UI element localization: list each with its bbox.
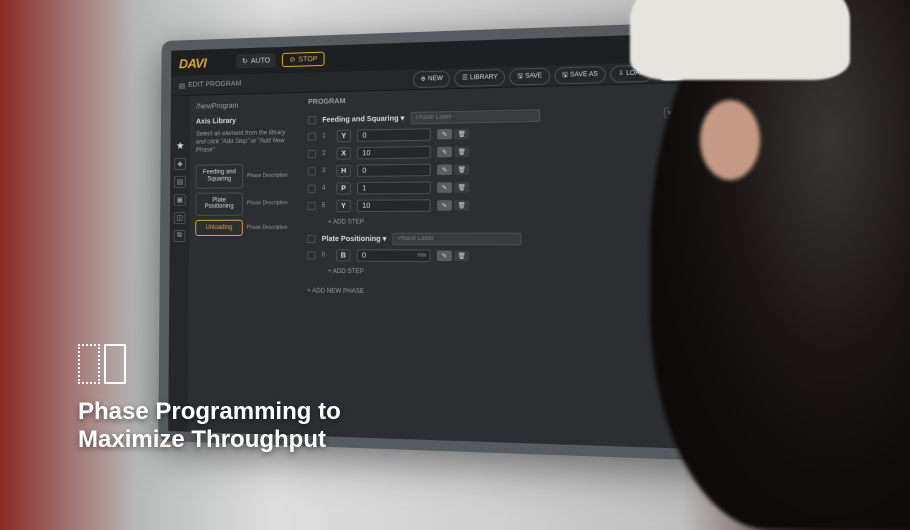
rail-icon-3[interactable]: ▣ [174, 194, 186, 206]
phase-checkbox[interactable] [307, 235, 315, 243]
icon-rail: ★ ◆ ▤ ▣ ◫ ⧉ [168, 96, 190, 432]
step-value-field[interactable]: 10 [357, 199, 431, 212]
phase-block-0: Feeding and Squaring ▾✕1Y0✎🗑2X10✎🗑3H0✎🗑4… [307, 106, 675, 229]
logo: DAVI [179, 55, 207, 71]
step-checkbox[interactable] [308, 202, 316, 210]
step-value-field[interactable]: 0 [357, 164, 431, 177]
step-number: 5 [322, 203, 330, 209]
step-number: 1 [322, 133, 330, 139]
step-axis[interactable]: H [336, 165, 351, 178]
step-axis[interactable]: Y [336, 200, 351, 212]
library-phase-name[interactable]: Unloading [195, 219, 243, 236]
step-row: 2X 10 ✎🗑 [308, 141, 676, 161]
step-edit-icon[interactable]: ✎ [437, 129, 452, 140]
rail-icon-5[interactable]: ⧉ [174, 230, 186, 242]
step-edit-icon[interactable]: ✎ [437, 182, 452, 193]
star-icon[interactable]: ★ [174, 140, 186, 152]
step-row: 1 Y0 ✎🗑 [308, 122, 676, 143]
step-delete-icon[interactable]: 🗑 [454, 146, 469, 157]
phase-label-input[interactable] [393, 233, 522, 246]
step-value-field[interactable]: 10 [357, 146, 431, 160]
save-button[interactable]: 🖫 SAVE [510, 67, 550, 85]
step-delete-icon[interactable]: 🗑 [454, 164, 469, 175]
step-delete-icon[interactable]: 🗑 [454, 251, 469, 262]
library-button[interactable]: ☰ LIBRARY [455, 68, 506, 86]
step-delete-icon[interactable]: 🗑 [454, 200, 469, 211]
step-value-field[interactable]: 0 [357, 128, 431, 142]
add-new-phase[interactable]: + ADD NEW PHASE [307, 282, 676, 304]
library-phase-name[interactable]: Plate Positioning [195, 192, 243, 216]
step-row: 0B 0mm ✎🗑 [307, 248, 676, 264]
phase-name-dropdown[interactable]: Feeding and Squaring ▾ [322, 114, 404, 124]
step-row: 5Y 10 ✎🗑 [308, 196, 676, 213]
library-phase-2[interactable]: UnloadingPhase Description [195, 219, 293, 236]
axis-library-title: Axis Library [196, 117, 294, 126]
library-phase-desc: Phase Description [247, 164, 293, 188]
step-number: 3 [322, 168, 330, 174]
program-panel: PROGRAM Feeding and Squaring ▾✕1Y0✎🗑2X10… [298, 83, 686, 448]
caption-text: Phase Programming to Maximize Throughput [78, 398, 341, 453]
phase-label-input[interactable] [411, 109, 540, 124]
axis-library-panel: /NewProgram Axis Library Select an eleme… [188, 93, 300, 435]
step-value-field[interactable]: 1 [357, 181, 431, 194]
step-checkbox[interactable] [308, 132, 316, 140]
step-row: 3H0 ✎🗑 [308, 159, 676, 178]
phase-name-dropdown[interactable]: Plate Positioning ▾ [322, 235, 387, 243]
step-row: 4P1 ✎🗑 [308, 178, 676, 196]
step-axis[interactable]: P [336, 182, 351, 194]
new-button[interactable]: ⊕ NEW [413, 70, 450, 88]
rail-icon-2[interactable]: ▤ [174, 176, 186, 188]
step-value-field[interactable]: 0mm [357, 249, 431, 262]
step-edit-icon[interactable]: ✎ [437, 164, 452, 175]
step-axis[interactable]: X [336, 147, 351, 160]
step-checkbox[interactable] [307, 251, 315, 259]
step-axis[interactable]: B [336, 249, 351, 261]
caption-icon [78, 344, 126, 384]
add-step-button[interactable]: + ADD STEP [307, 215, 675, 229]
library-phase-desc: Phase Description [247, 192, 293, 216]
library-phase-desc: Phase Description [247, 219, 293, 236]
step-checkbox[interactable] [308, 167, 316, 175]
step-checkbox[interactable] [308, 150, 316, 158]
step-number: 4 [322, 186, 330, 192]
mode-stop[interactable]: ⊘ STOP [282, 52, 325, 68]
phase-block-1: Plate Positioning ▾✕0B0mm✎🗑+ ADD STEP [307, 232, 676, 280]
add-step-button[interactable]: + ADD STEP [307, 266, 676, 281]
step-checkbox[interactable] [308, 185, 316, 193]
rail-icon-1[interactable]: ◆ [174, 158, 186, 170]
save-as-button[interactable]: 🖫 SAVE AS [554, 65, 605, 83]
library-phase-1[interactable]: Plate PositioningPhase Description [195, 192, 293, 216]
mode-auto[interactable]: ↻ AUTO [236, 53, 276, 68]
step-number: 0 [322, 252, 330, 258]
step-delete-icon[interactable]: 🗑 [454, 182, 469, 193]
rail-icon-4[interactable]: ◫ [174, 212, 186, 224]
step-axis[interactable]: Y [337, 130, 351, 143]
edit-program-label: ▤ EDIT PROGRAM [179, 80, 242, 90]
axis-library-hint: Select an element from the library and c… [196, 130, 294, 155]
step-edit-icon[interactable]: ✎ [437, 250, 452, 261]
library-phase-0[interactable]: Feeding and SquaringPhase Description [196, 164, 294, 189]
step-edit-icon[interactable]: ✎ [437, 147, 452, 158]
phase-checkbox[interactable] [308, 116, 316, 124]
step-edit-icon[interactable]: ✎ [437, 200, 452, 211]
library-phase-name[interactable]: Feeding and Squaring [196, 164, 244, 188]
breadcrumb: /NewProgram [196, 99, 294, 112]
step-number: 2 [322, 151, 330, 157]
step-delete-icon[interactable]: 🗑 [454, 129, 469, 140]
